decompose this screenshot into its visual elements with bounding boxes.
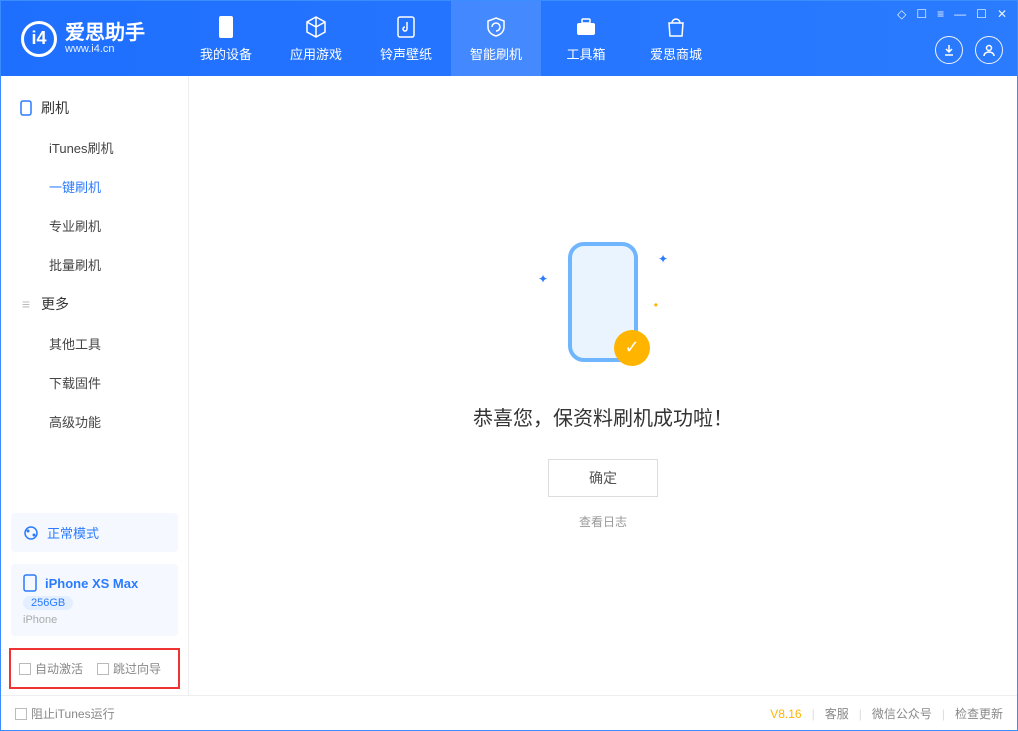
download-icon [942, 43, 956, 57]
nav-toolbox[interactable]: 工具箱 [541, 1, 631, 76]
status-bar: 阻止iTunes运行 V8.16 | 客服 | 微信公众号 | 检查更新 [1, 695, 1017, 731]
window-controls: ◇ ☐ ≡ — ☐ ✕ [897, 7, 1007, 21]
user-button[interactable] [975, 36, 1003, 64]
sidebar-item-batch-flash[interactable]: 批量刷机 [1, 245, 188, 284]
sidebar: 刷机 iTunes刷机 一键刷机 专业刷机 批量刷机 ≡ 更多 其他工具 下载固… [1, 76, 189, 695]
mode-icon [23, 525, 39, 541]
checkbox-skip-guide[interactable]: 跳过向导 [97, 660, 161, 677]
logo-icon: i4 [21, 21, 57, 57]
sparkle-icon: ✦ [658, 252, 668, 266]
device-name: iPhone XS Max [45, 576, 138, 591]
app-header: i4 爱思助手 www.i4.cn 我的设备 应用游戏 铃声壁纸 智能刷机 工具… [1, 1, 1017, 76]
menu-icon[interactable]: ≡ [937, 7, 944, 21]
version-label: V8.16 [770, 707, 801, 721]
success-illustration: ✦ ✦ • ✓ [538, 242, 668, 372]
check-badge-icon: ✓ [614, 330, 650, 366]
main-nav: 我的设备 应用游戏 铃声壁纸 智能刷机 工具箱 爱思商城 [181, 1, 721, 76]
sparkle-icon: • [654, 298, 658, 312]
user-icon [982, 43, 996, 57]
checkbox-box [19, 663, 31, 675]
minimize-button[interactable]: — [954, 7, 966, 21]
sidebar-item-download-firmware[interactable]: 下载固件 [1, 363, 188, 402]
footer-link-wechat[interactable]: 微信公众号 [872, 705, 932, 722]
download-button[interactable] [935, 36, 963, 64]
refresh-shield-icon [483, 14, 509, 40]
device-type: iPhone [23, 614, 57, 626]
list-icon: ≡ [19, 297, 33, 311]
skin-icon[interactable]: ◇ [897, 7, 906, 21]
checkbox-auto-activate[interactable]: 自动激活 [19, 660, 83, 677]
logo-area: i4 爱思助手 www.i4.cn [1, 21, 181, 57]
phone-icon [213, 14, 239, 40]
nav-label: 应用游戏 [290, 44, 342, 63]
options-highlight-box: 自动激活 跳过向导 [9, 648, 180, 689]
nav-ringtones[interactable]: 铃声壁纸 [361, 1, 451, 76]
mode-indicator[interactable]: 正常模式 [11, 513, 178, 552]
sidebar-section-flash: 刷机 [1, 88, 188, 128]
footer-link-update[interactable]: 检查更新 [955, 705, 1003, 722]
view-log-link[interactable]: 查看日志 [579, 513, 627, 530]
sidebar-item-oneclick-flash[interactable]: 一键刷机 [1, 167, 188, 206]
checkbox-box [15, 708, 27, 720]
sidebar-item-pro-flash[interactable]: 专业刷机 [1, 206, 188, 245]
nav-label: 工具箱 [566, 44, 605, 63]
device-icon [19, 101, 33, 115]
footer-link-support[interactable]: 客服 [825, 705, 849, 722]
device-info-box[interactable]: iPhone XS Max 256GB iPhone [11, 564, 178, 636]
maximize-button[interactable]: ☐ [976, 7, 987, 21]
success-message: 恭喜您，保资料刷机成功啦！ [473, 402, 733, 431]
nav-apps-games[interactable]: 应用游戏 [271, 1, 361, 76]
cube-icon [303, 14, 329, 40]
device-capacity: 256GB [23, 596, 73, 610]
app-title: 爱思助手 [65, 23, 145, 43]
checkbox-block-itunes[interactable]: 阻止iTunes运行 [15, 705, 115, 722]
nav-store[interactable]: 爱思商城 [631, 1, 721, 76]
nav-label: 爱思商城 [650, 44, 702, 63]
sidebar-item-itunes-flash[interactable]: iTunes刷机 [1, 128, 188, 167]
nav-label: 铃声壁纸 [380, 44, 432, 63]
bag-icon [663, 14, 689, 40]
checkbox-box [97, 663, 109, 675]
toolbox-icon [573, 14, 599, 40]
nav-flash[interactable]: 智能刷机 [451, 1, 541, 76]
ok-button[interactable]: 确定 [548, 459, 658, 497]
app-subtitle: www.i4.cn [65, 43, 145, 55]
main-content: ✦ ✦ • ✓ 恭喜您，保资料刷机成功啦！ 确定 查看日志 [189, 76, 1017, 695]
feedback-icon[interactable]: ☐ [916, 7, 927, 21]
phone-small-icon [23, 574, 37, 592]
nav-my-device[interactable]: 我的设备 [181, 1, 271, 76]
sidebar-item-other-tools[interactable]: 其他工具 [1, 324, 188, 363]
sidebar-section-more: ≡ 更多 [1, 284, 188, 324]
mode-label: 正常模式 [47, 523, 99, 542]
sparkle-icon: ✦ [538, 272, 548, 286]
nav-label: 我的设备 [200, 44, 252, 63]
sidebar-item-advanced[interactable]: 高级功能 [1, 402, 188, 441]
nav-label: 智能刷机 [470, 44, 522, 63]
close-button[interactable]: ✕ [997, 7, 1007, 21]
music-file-icon [393, 14, 419, 40]
